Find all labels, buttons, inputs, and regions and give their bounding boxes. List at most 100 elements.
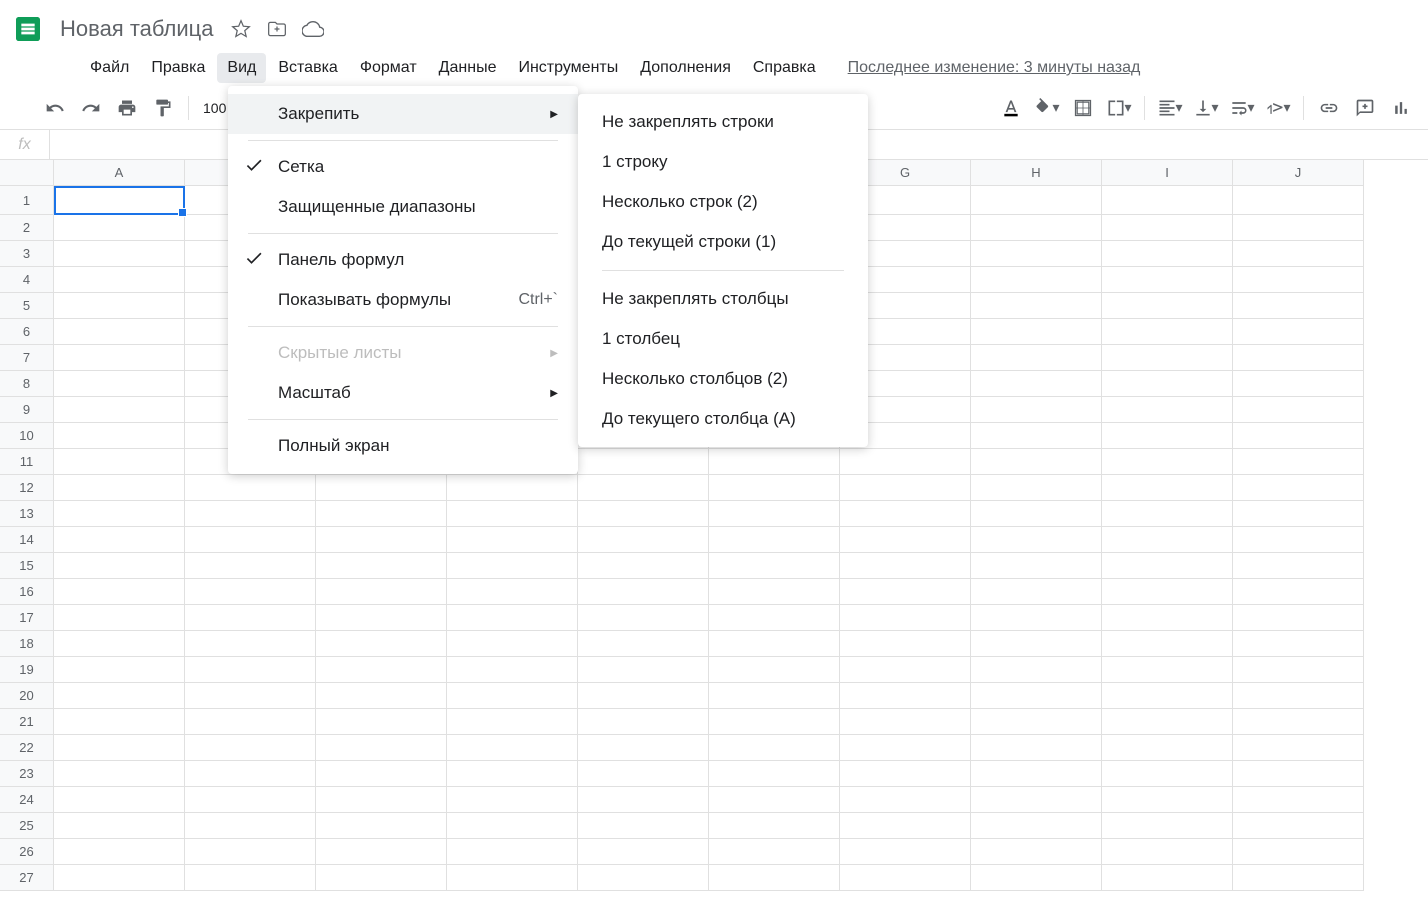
cell[interactable] [971, 787, 1102, 813]
cell[interactable] [709, 865, 840, 891]
text-wrap-icon[interactable]: ▾ [1227, 93, 1257, 123]
cell[interactable] [709, 735, 840, 761]
cell[interactable] [1102, 553, 1233, 579]
cell[interactable] [971, 761, 1102, 787]
cell[interactable] [840, 449, 971, 475]
col-header[interactable]: H [971, 160, 1102, 186]
cell[interactable] [971, 293, 1102, 319]
cell[interactable] [316, 527, 447, 553]
cell[interactable] [840, 501, 971, 527]
cell[interactable] [840, 813, 971, 839]
cell[interactable] [971, 579, 1102, 605]
row-header[interactable]: 11 [0, 449, 54, 475]
menu-данные[interactable]: Данные [429, 53, 507, 83]
cell[interactable] [54, 813, 185, 839]
row-header[interactable]: 26 [0, 839, 54, 865]
cell[interactable] [54, 657, 185, 683]
cell[interactable] [316, 475, 447, 501]
row-header[interactable]: 8 [0, 371, 54, 397]
cell[interactable] [578, 735, 709, 761]
cell[interactable] [447, 787, 578, 813]
cell[interactable] [1233, 501, 1364, 527]
last-edit-link[interactable]: Последнее изменение: 3 минуты назад [848, 59, 1141, 77]
cell[interactable] [447, 527, 578, 553]
cell[interactable] [316, 553, 447, 579]
cell[interactable] [840, 761, 971, 787]
cell[interactable] [971, 267, 1102, 293]
cell[interactable] [1233, 787, 1364, 813]
cell[interactable] [185, 735, 316, 761]
row-header[interactable]: 25 [0, 813, 54, 839]
fill-color-icon[interactable]: ▾ [1032, 93, 1062, 123]
cell[interactable] [578, 553, 709, 579]
menu-item[interactable]: Панель формул [228, 240, 578, 280]
cell[interactable] [971, 345, 1102, 371]
cell[interactable] [447, 475, 578, 501]
move-icon[interactable] [265, 17, 289, 41]
cell[interactable] [447, 709, 578, 735]
cell[interactable] [971, 657, 1102, 683]
cell[interactable] [840, 631, 971, 657]
cell[interactable] [316, 501, 447, 527]
menu-item[interactable]: Показывать формулыCtrl+` [228, 280, 578, 320]
cell[interactable] [1102, 319, 1233, 345]
cell[interactable] [54, 787, 185, 813]
cell[interactable] [1102, 839, 1233, 865]
cell[interactable] [1233, 397, 1364, 423]
submenu-item[interactable]: Несколько строк (2) [578, 182, 868, 222]
cell[interactable] [447, 683, 578, 709]
row-header[interactable]: 15 [0, 553, 54, 579]
borders-icon[interactable] [1068, 93, 1098, 123]
cell[interactable] [447, 501, 578, 527]
cell[interactable] [709, 787, 840, 813]
cell[interactable] [840, 865, 971, 891]
cell[interactable] [971, 501, 1102, 527]
menu-инструменты[interactable]: Инструменты [508, 53, 628, 83]
cell[interactable] [316, 657, 447, 683]
cell[interactable] [1233, 709, 1364, 735]
text-rotation-icon[interactable]: ▾ [1263, 93, 1293, 123]
cell[interactable] [185, 475, 316, 501]
row-header[interactable]: 14 [0, 527, 54, 553]
cell[interactable] [447, 631, 578, 657]
cell[interactable] [1233, 683, 1364, 709]
row-header[interactable]: 24 [0, 787, 54, 813]
row-header[interactable]: 9 [0, 397, 54, 423]
cell[interactable] [447, 657, 578, 683]
cell[interactable] [971, 865, 1102, 891]
menu-item[interactable]: Защищенные диапазоны [228, 187, 578, 227]
cell[interactable] [1233, 579, 1364, 605]
cell[interactable] [54, 709, 185, 735]
cell[interactable] [54, 397, 185, 423]
document-title[interactable]: Новая таблица [60, 16, 213, 42]
row-header[interactable]: 3 [0, 241, 54, 267]
cell[interactable] [1233, 865, 1364, 891]
cell[interactable] [54, 449, 185, 475]
menu-дополнения[interactable]: Дополнения [630, 53, 741, 83]
menu-формат[interactable]: Формат [350, 53, 427, 83]
cell[interactable] [1233, 186, 1364, 215]
redo-icon[interactable] [76, 93, 106, 123]
cell[interactable] [447, 605, 578, 631]
cell[interactable] [1102, 683, 1233, 709]
cell[interactable] [709, 449, 840, 475]
cell[interactable] [971, 605, 1102, 631]
cell[interactable] [709, 839, 840, 865]
insert-chart-icon[interactable] [1386, 93, 1416, 123]
cell[interactable] [54, 579, 185, 605]
cell[interactable] [1102, 761, 1233, 787]
merge-cells-icon[interactable]: ▾ [1104, 93, 1134, 123]
cell[interactable] [54, 423, 185, 449]
cell[interactable] [840, 839, 971, 865]
cell[interactable] [578, 579, 709, 605]
row-header[interactable]: 18 [0, 631, 54, 657]
cell[interactable] [709, 605, 840, 631]
cell[interactable] [709, 683, 840, 709]
menu-вид[interactable]: Вид [217, 53, 266, 83]
cell[interactable] [1102, 186, 1233, 215]
cell[interactable] [1102, 241, 1233, 267]
cell[interactable] [840, 475, 971, 501]
cell[interactable] [54, 605, 185, 631]
cell[interactable] [447, 735, 578, 761]
cell[interactable] [1233, 345, 1364, 371]
